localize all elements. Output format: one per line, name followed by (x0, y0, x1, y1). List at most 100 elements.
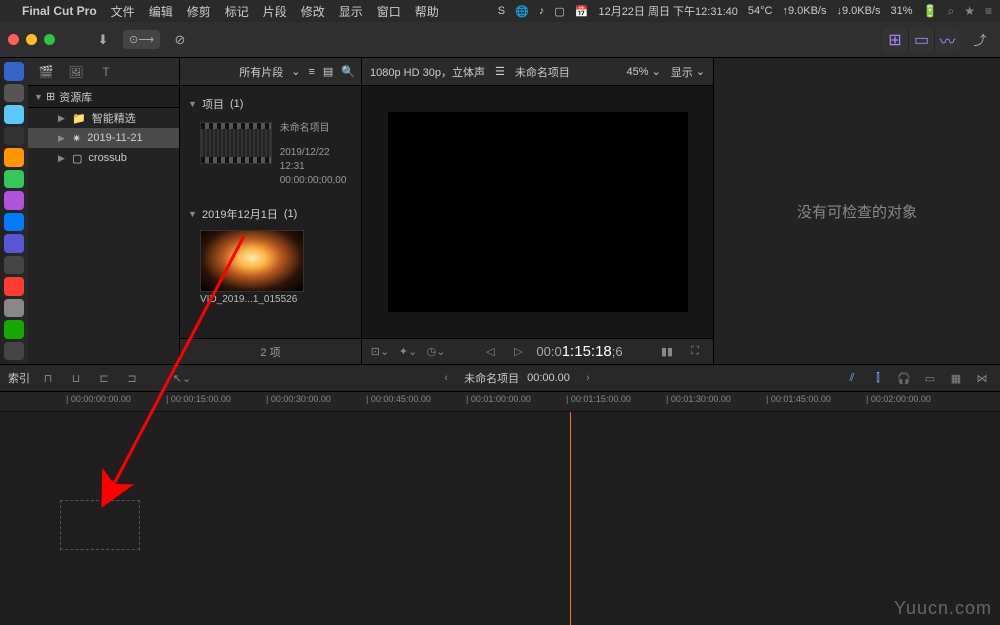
library-title: 资源库 (59, 89, 92, 105)
menu-view[interactable]: 显示 (339, 3, 363, 20)
dock-item[interactable] (4, 277, 24, 296)
dock-item[interactable] (4, 213, 24, 232)
video-frame (388, 112, 688, 312)
dock-item[interactable] (4, 299, 24, 318)
menu-modify[interactable]: 修改 (301, 3, 325, 20)
library-item-smart[interactable]: ▶ 📁 智能精选 (28, 108, 179, 128)
minimize-window-button[interactable] (26, 34, 37, 45)
viewer-project-name: 未命名项目 (515, 64, 570, 80)
skim-back-icon[interactable]: ◁ (480, 343, 500, 361)
chevron-right-icon: ▶ (58, 153, 66, 164)
display-dropdown[interactable]: 显示⌄ (671, 64, 705, 80)
audio-skim-icon[interactable]: ⫿ (868, 369, 888, 387)
import-icon[interactable]: ⬇ (91, 30, 115, 50)
section-title: 项目 (202, 96, 224, 112)
playhead[interactable] (570, 412, 571, 625)
viewer-timecode[interactable]: 1:15:18 (562, 343, 612, 360)
dock-item[interactable] (4, 84, 24, 103)
titles-tab[interactable]: T (96, 63, 116, 81)
status-temp: 54°C (748, 5, 773, 17)
project-thumbnail[interactable] (200, 122, 272, 164)
timeline-ruler[interactable]: | 00:00:00:00.00| 00:00:15:00.00| 00:00:… (0, 392, 1000, 412)
calendar-icon[interactable]: 📅 (575, 5, 589, 18)
format-settings-icon[interactable]: ☰ (495, 65, 505, 78)
chevron-down-icon[interactable]: ⌄ (291, 65, 300, 78)
library-item-date[interactable]: ▶ ✷ 2019-11-21 (28, 128, 179, 148)
list-icon[interactable]: ▤ (323, 65, 333, 78)
photos-tab[interactable]: 🖼 (66, 63, 86, 81)
dock-item[interactable] (4, 148, 24, 167)
viewer-canvas[interactable] (362, 86, 713, 338)
display-icon[interactable]: ▢ (554, 5, 564, 18)
menu-icon[interactable]: ≡ (985, 4, 992, 18)
dock-item[interactable] (4, 127, 24, 146)
view-seg-1[interactable]: ⊞ (882, 29, 908, 51)
overwrite-clip-icon[interactable]: ⊐ (122, 369, 142, 387)
crop-icon[interactable]: ⊡⌄ (370, 343, 390, 361)
star-icon[interactable]: ★ (964, 4, 975, 18)
timeline-index-button[interactable]: 索引 (8, 370, 30, 386)
menu-window[interactable]: 窗口 (377, 3, 401, 20)
dock-item[interactable] (4, 342, 24, 361)
browser-filter[interactable]: 所有片段 (239, 64, 283, 80)
zoom-dropdown[interactable]: 45%⌄ (627, 65, 661, 78)
maximize-window-button[interactable] (44, 34, 55, 45)
bluetooth-icon[interactable]: ⌕ (947, 4, 954, 19)
disclosure-icon[interactable]: ▼ (188, 209, 196, 219)
render-icon[interactable]: ⊘ (168, 30, 192, 50)
next-edit-icon[interactable]: › (578, 369, 598, 387)
timeline-project-name: 未命名项目 (464, 370, 519, 386)
view-seg-3[interactable]: 〰 (934, 29, 960, 51)
menu-clip[interactable]: 片段 (263, 3, 287, 20)
close-window-button[interactable] (8, 34, 19, 45)
dock-item[interactable] (4, 256, 24, 275)
music-icon[interactable]: ♪ (539, 5, 545, 17)
play-icon[interactable]: ▷ (508, 343, 528, 361)
append-clip-icon[interactable]: ⊏ (94, 369, 114, 387)
library-item-crossub[interactable]: ▶ ▢ crossub (28, 148, 179, 168)
snap-icon[interactable]: ▭ (920, 369, 940, 387)
prev-edit-icon[interactable]: ‹ (436, 369, 456, 387)
share-icon[interactable]: ⤴ (968, 30, 992, 50)
effects-browser-icon[interactable]: ▦ (946, 369, 966, 387)
dock-item[interactable] (4, 191, 24, 210)
clip-thumbnail[interactable] (200, 230, 304, 292)
retime-icon[interactable]: ◷⌄ (426, 343, 446, 361)
search-icon[interactable]: 🔍 (341, 65, 355, 78)
audio-meter-icon[interactable]: ▮▮ (657, 343, 677, 361)
drop-target[interactable] (60, 500, 140, 550)
menu-trim[interactable]: 修剪 (187, 3, 211, 20)
keyword-button[interactable]: ⊙⟶ (123, 30, 160, 49)
dock-item[interactable] (4, 62, 24, 81)
dock-item[interactable] (4, 234, 24, 253)
effects-icon[interactable]: ✦⌄ (398, 343, 418, 361)
status-date[interactable]: 12月22日 周日 下午12:31:40 (598, 3, 737, 19)
transitions-icon[interactable]: ⋈ (972, 369, 992, 387)
select-tool-icon[interactable]: ↖⌄ (172, 369, 192, 387)
dock-item[interactable] (4, 170, 24, 189)
disclosure-icon[interactable]: ▼ (34, 92, 42, 102)
connect-clip-icon[interactable]: ⊓ (38, 369, 58, 387)
dock-item[interactable] (4, 320, 24, 339)
filter-icon[interactable]: ≡ (308, 66, 314, 78)
project-name: 未命名项目 (280, 122, 353, 136)
fullscreen-icon[interactable]: ⛶ (685, 343, 705, 361)
dock-item[interactable] (4, 105, 24, 124)
disclosure-icon[interactable]: ▼ (188, 99, 196, 109)
chevron-right-icon: ▶ (58, 133, 66, 144)
chevron-right-icon: ▶ (58, 113, 66, 124)
status-icon[interactable]: S (498, 5, 505, 17)
solo-icon[interactable]: 🎧 (894, 369, 914, 387)
globe-icon[interactable]: 🌐 (515, 5, 529, 18)
app-name[interactable]: Final Cut Pro (22, 4, 97, 18)
menu-file[interactable]: 文件 (111, 3, 135, 20)
insert-clip-icon[interactable]: ⊔ (66, 369, 86, 387)
view-seg-2[interactable]: ▭ (908, 29, 934, 51)
menu-mark[interactable]: 标记 (225, 3, 249, 20)
battery-icon[interactable]: 🔋 (923, 4, 938, 18)
menu-edit[interactable]: 编辑 (149, 3, 173, 20)
menu-help[interactable]: 帮助 (415, 3, 439, 20)
skim-icon[interactable]: ⫽ (842, 369, 862, 387)
timeline-body[interactable] (0, 412, 1000, 625)
library-tab[interactable]: 🎬 (36, 63, 56, 81)
